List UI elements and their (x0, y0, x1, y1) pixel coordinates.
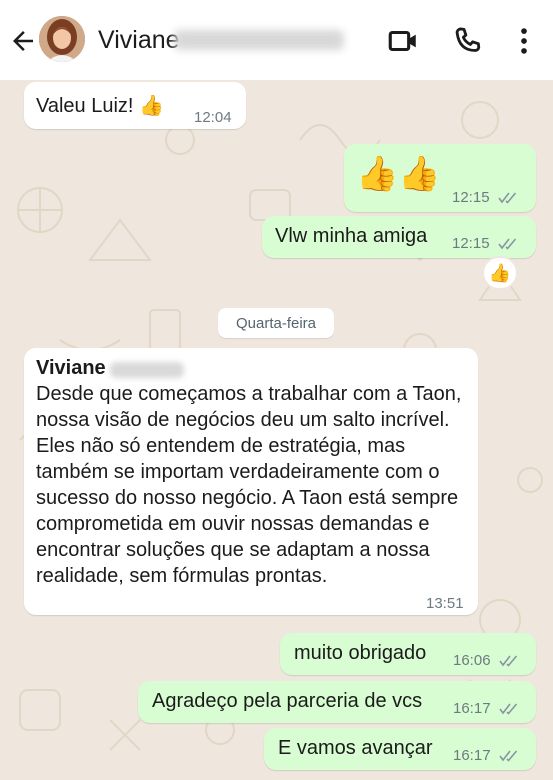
phone-icon[interactable] (451, 24, 485, 58)
message-text: Agradeço pela parceria de vcs (152, 690, 423, 712)
read-ticks-icon (499, 655, 518, 667)
message-bubble-incoming[interactable]: Valeu Luiz! 👍 12:04 (24, 82, 246, 129)
read-ticks-icon (498, 192, 517, 204)
blurred-surname (174, 30, 344, 50)
message-reaction[interactable]: 👍 (482, 256, 518, 290)
message-bubble-outgoing[interactable]: E vamos avançar 16:17 (264, 728, 536, 770)
message-time: 13:51 (426, 595, 464, 612)
message-bubble-outgoing[interactable]: Agradeço pela parceria de vcs 16:17 (138, 681, 536, 723)
read-ticks-icon (499, 750, 518, 762)
message-bubble-incoming[interactable]: Viviane Desde que começamos a trabalhar … (24, 348, 478, 615)
message-text: muito obrigado (294, 642, 427, 664)
message-bubble-outgoing[interactable]: muito obrigado 16:06 (280, 633, 536, 675)
arrow-left-icon[interactable] (8, 26, 38, 56)
message-text: Vlw minha amiga (275, 225, 428, 247)
video-camera-icon[interactable] (386, 24, 420, 58)
chat-header: Viviane (0, 0, 553, 80)
message-text: E vamos avançar (278, 737, 433, 759)
message-bubble-outgoing[interactable]: Vlw minha amiga 12:15 (262, 216, 536, 258)
message-time: 16:17 (453, 700, 491, 717)
date-separator: Quarta-feira (218, 308, 334, 338)
message-time: 16:17 (453, 747, 491, 764)
blurred-surname (110, 362, 184, 378)
message-time: 12:15 (452, 189, 490, 206)
thumbs-up-reaction: 👍 (488, 262, 512, 283)
message-text: Valeu Luiz! 👍 (36, 95, 164, 117)
message-text: 👍👍 (356, 155, 441, 193)
message-time: 12:04 (194, 109, 232, 126)
chat-area[interactable]: Valeu Luiz! 👍 12:04 👍👍 12:15 Vlw minha a… (0, 80, 553, 780)
sender-name: Viviane (36, 357, 106, 379)
read-ticks-icon (498, 238, 517, 250)
avatar[interactable] (39, 16, 85, 62)
message-time: 16:06 (453, 652, 491, 669)
message-time: 12:15 (452, 235, 490, 252)
more-vertical-icon[interactable] (507, 24, 541, 58)
contact-name[interactable]: Viviane (98, 26, 180, 55)
message-text: Desde que começamos a trabalhar com a Ta… (36, 383, 462, 587)
message-bubble-outgoing[interactable]: 👍👍 12:15 (344, 144, 536, 212)
read-ticks-icon (499, 703, 518, 715)
